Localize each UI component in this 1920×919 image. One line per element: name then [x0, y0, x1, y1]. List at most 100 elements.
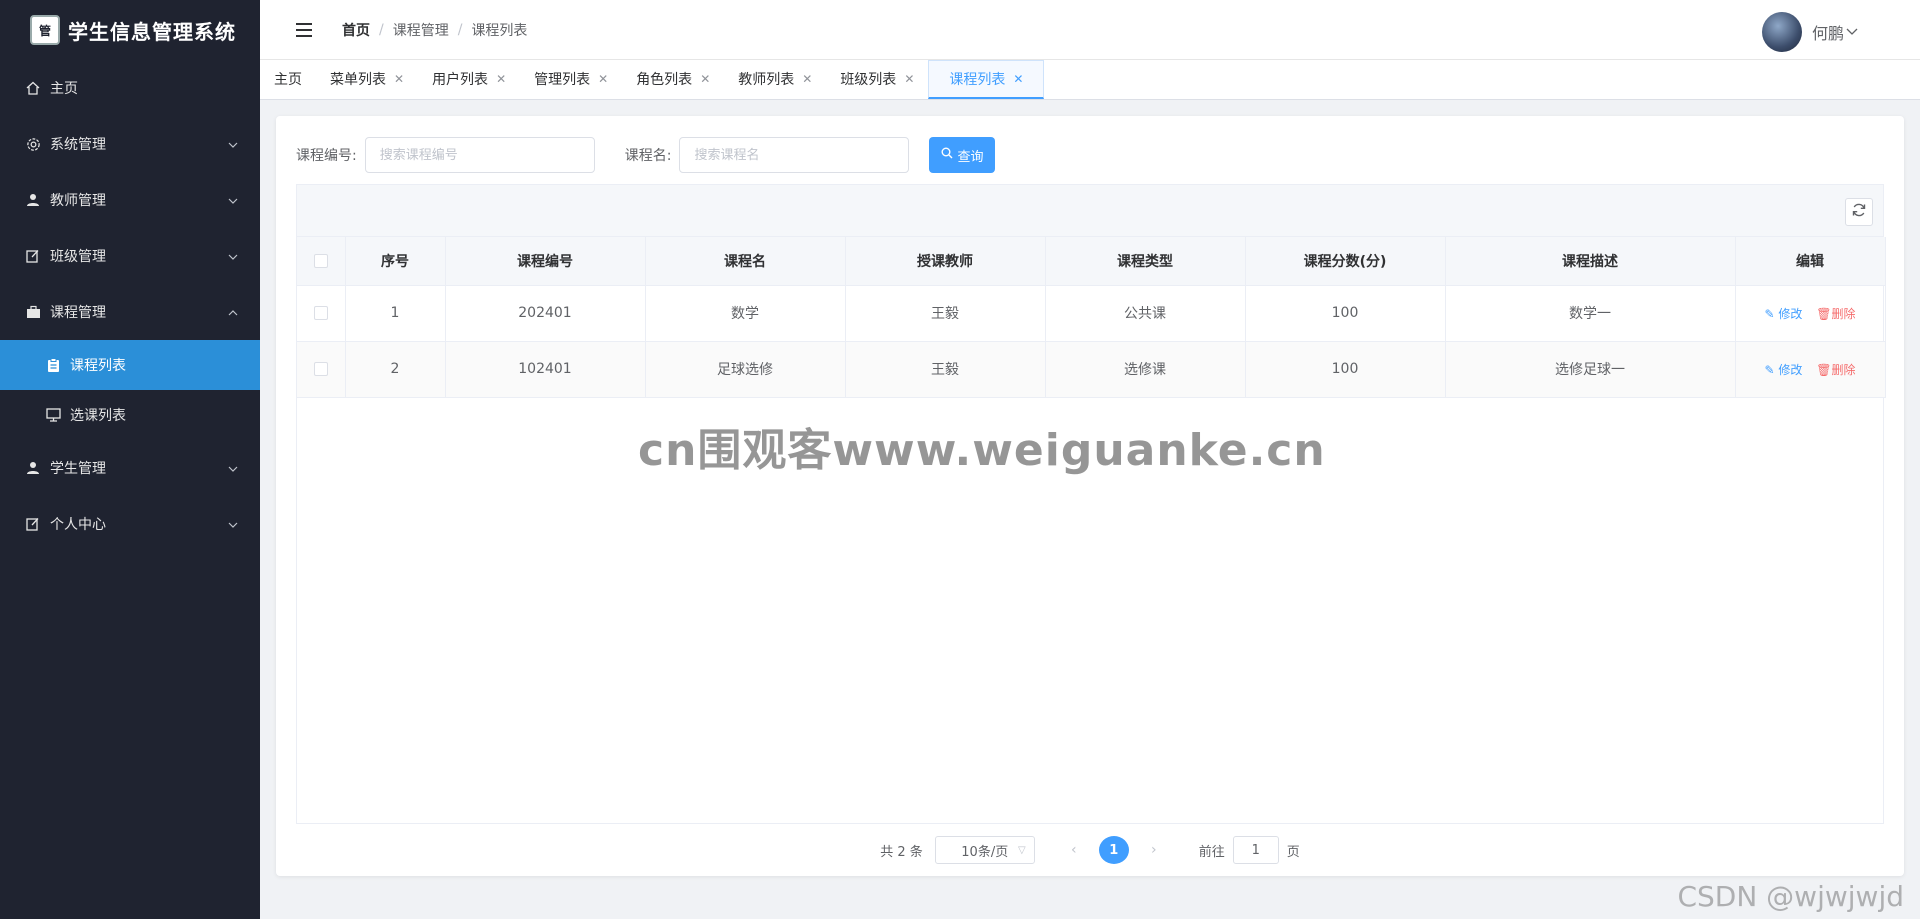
sidebar-item-label: 主页	[50, 81, 78, 97]
column-header: 课程类型	[1045, 237, 1246, 286]
cell-name: 足球选修	[645, 341, 846, 398]
edit-icon	[24, 515, 42, 533]
refresh-button[interactable]	[1845, 198, 1873, 226]
sidebar-item-system[interactable]: 系统管理	[0, 116, 260, 172]
row-checkbox[interactable]	[313, 306, 328, 320]
tab-class-list[interactable]: 班级列表 ✕	[826, 60, 928, 99]
close-icon[interactable]: ✕	[802, 72, 812, 86]
next-page-button[interactable]: ›	[1139, 842, 1169, 858]
main-card: 课程编号: 课程名: 查询 序号	[276, 116, 1904, 876]
sidebar-item-teacher[interactable]: 教师管理	[0, 172, 260, 228]
data-table: 序号 课程编号 课程名 授课教师 课程类型 课程分数(分) 课程描述 编辑 1 …	[297, 237, 1886, 398]
tab-teacher-list[interactable]: 教师列表 ✕	[724, 60, 826, 99]
cell-type: 公共课	[1045, 285, 1246, 342]
refresh-icon	[1851, 202, 1867, 222]
page-jump-input[interactable]: 1	[1232, 836, 1279, 864]
sidebar-item-class[interactable]: 班级管理	[0, 228, 260, 284]
user-name[interactable]: 何鹏	[1812, 20, 1844, 44]
cell-teacher: 王毅	[845, 285, 1046, 342]
tab-label: 管理列表	[534, 71, 591, 88]
close-icon[interactable]: ✕	[1013, 72, 1023, 86]
course-name-label: 课程名:	[624, 148, 672, 164]
sidebar-item-label: 课程管理	[50, 305, 106, 321]
breadcrumb-course-list: 课程列表	[471, 22, 528, 39]
close-icon[interactable]: ✕	[904, 72, 914, 86]
user-icon	[24, 191, 42, 209]
column-header: 序号	[345, 237, 446, 286]
brand: 管 学生信息管理系统	[0, 0, 260, 60]
breadcrumb-separator: /	[457, 21, 463, 38]
page-number-active[interactable]: 1	[1098, 836, 1129, 864]
delete-button[interactable]: 🗑删除	[1816, 363, 1855, 377]
course-code-input[interactable]	[364, 137, 595, 173]
page-size-select[interactable]: 10条/页 ▽	[934, 836, 1035, 864]
sidebar-item-course[interactable]: 课程管理	[0, 284, 260, 340]
close-icon[interactable]: ✕	[598, 72, 608, 86]
column-header: 课程名	[645, 237, 846, 286]
sidebar-subitem-selection-list[interactable]: 选课列表	[0, 390, 260, 440]
sidebar-item-home[interactable]: 主页	[0, 60, 260, 116]
delete-button[interactable]: 🗑删除	[1816, 307, 1855, 321]
edit-icon	[24, 247, 42, 265]
watermark-overlay: cn围观客www.weiguanke.cn	[638, 425, 1326, 476]
course-name-input[interactable]	[679, 137, 910, 173]
search-icon	[941, 147, 953, 163]
sidebar-subitem-label: 课程列表	[70, 358, 126, 374]
briefcase-icon	[24, 303, 42, 321]
row-checkbox[interactable]	[313, 362, 328, 376]
app-title: 学生信息管理系统	[68, 19, 236, 44]
sidebar-item-label: 教师管理	[50, 193, 106, 209]
column-header: 课程编号	[445, 237, 646, 286]
user-menu[interactable]: 何鹏	[1761, 12, 1858, 52]
chevron-up-icon	[228, 304, 238, 320]
tab-menu-list[interactable]: 菜单列表 ✕	[316, 60, 418, 99]
column-header: 编辑	[1735, 237, 1886, 286]
row-select-cell	[297, 285, 346, 342]
close-icon[interactable]: ✕	[394, 72, 404, 86]
sidebar-subitem-course-list[interactable]: 课程列表	[0, 340, 260, 390]
tab-course-list[interactable]: 课程列表 ✕	[928, 60, 1045, 99]
column-header: 课程分数(分)	[1245, 237, 1446, 286]
chevron-down-icon[interactable]	[1846, 24, 1858, 40]
query-button-label: 查询	[957, 149, 984, 165]
close-icon[interactable]: ✕	[496, 72, 506, 86]
edit-button[interactable]: ✎ 修改	[1765, 363, 1807, 377]
edit-button-label: 修改	[1778, 362, 1803, 377]
tab-home[interactable]: 主页	[260, 60, 316, 99]
sidebar-item-profile[interactable]: 个人中心	[0, 496, 260, 552]
row-select-cell	[297, 341, 346, 398]
table-row: 1 202401 数学 王毅 公共课 100 数学一 ✎ 修改 🗑删除	[297, 285, 1886, 342]
tab-user-list[interactable]: 用户列表 ✕	[418, 60, 520, 99]
edit-button[interactable]: ✎ 修改	[1765, 307, 1807, 321]
tab-label: 菜单列表	[330, 71, 386, 88]
sidebar-item-label: 系统管理	[50, 137, 106, 153]
breadcrumb-home[interactable]: 首页	[342, 20, 370, 40]
gear-icon	[24, 135, 42, 153]
avatar[interactable]	[1761, 12, 1802, 52]
menu-toggle-icon[interactable]	[296, 22, 312, 37]
tab-admin-list[interactable]: 管理列表 ✕	[520, 60, 622, 99]
chevron-down-icon	[228, 516, 238, 532]
cell-score: 100	[1245, 285, 1446, 342]
delete-button-label: 删除	[1831, 362, 1856, 377]
close-icon[interactable]: ✕	[700, 72, 710, 86]
page-jump-prefix: 前往	[1198, 844, 1225, 860]
edit-icon: ✎	[1764, 362, 1775, 377]
chevron-down-icon	[228, 136, 238, 152]
tab-label: 主页	[274, 71, 302, 88]
user-icon	[24, 459, 42, 477]
pagination-total: 共 2 条	[880, 844, 923, 860]
tab-role-list[interactable]: 角色列表 ✕	[622, 60, 724, 99]
sidebar-item-student[interactable]: 学生管理	[0, 440, 260, 496]
tab-label: 用户列表	[432, 71, 489, 88]
column-header: 课程描述	[1445, 237, 1736, 286]
breadcrumb-course-mgmt: 课程管理	[392, 22, 449, 39]
column-header: 授课教师	[845, 237, 1046, 286]
prev-page-button[interactable]: ‹	[1059, 842, 1089, 858]
tab-label: 教师列表	[738, 71, 795, 88]
select-all-checkbox[interactable]	[313, 253, 328, 268]
query-button[interactable]: 查询	[929, 137, 996, 173]
select-all-cell	[297, 237, 346, 286]
top-header: 首页 / 课程管理 / 课程列表 何鹏	[260, 0, 1920, 60]
tab-label: 课程列表	[949, 72, 1006, 88]
